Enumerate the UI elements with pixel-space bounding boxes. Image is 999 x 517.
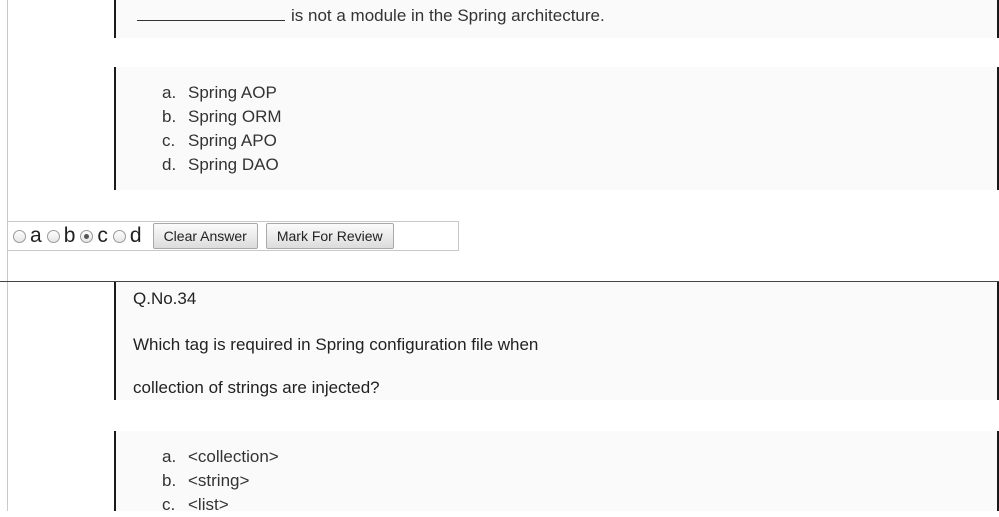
option-letter: c. bbox=[162, 495, 176, 514]
question-options-box: a. Spring AOP b. Spring ORM c. Spring APO d… bbox=[114, 67, 999, 190]
clear-answer-button[interactable]: Clear Answer bbox=[152, 223, 258, 249]
option-d: d. Spring DAO bbox=[162, 153, 282, 177]
option-text: <string> bbox=[188, 471, 250, 490]
option-letter: a. bbox=[162, 83, 177, 102]
question-number: Q.No.34 bbox=[133, 289, 197, 308]
radio-button-a[interactable] bbox=[13, 229, 26, 243]
answer-radio-c[interactable]: c bbox=[80, 224, 108, 248]
answer-radio-b[interactable]: b bbox=[46, 224, 76, 248]
option-letter: b. bbox=[162, 471, 177, 490]
option-letter: c. bbox=[162, 131, 176, 150]
radio-label-c: c bbox=[97, 224, 108, 247]
question-statement: is not a module in the Spring architectu… bbox=[137, 6, 605, 26]
question-statement-box: is not a module in the Spring architectu… bbox=[114, 0, 999, 38]
option-b: b. <string> bbox=[162, 469, 279, 493]
question-text-line-1: Which tag is required in Spring configur… bbox=[133, 335, 539, 354]
radio-button-d[interactable] bbox=[112, 229, 126, 243]
option-letter: a. bbox=[162, 447, 177, 466]
box-left-border bbox=[114, 0, 116, 38]
options-list: a. Spring AOP b. Spring ORM c. Spring APO d… bbox=[162, 81, 282, 177]
radio-label-b: b bbox=[63, 224, 76, 247]
option-a: a. <collection> bbox=[162, 445, 279, 469]
box-left-border bbox=[114, 431, 116, 511]
box-left-border bbox=[114, 282, 116, 400]
option-c: c. <list> bbox=[162, 493, 279, 517]
box-left-border bbox=[114, 67, 116, 190]
option-text: <list> bbox=[188, 495, 229, 514]
answer-radio-a[interactable]: a bbox=[13, 224, 42, 248]
option-b: b. Spring ORM bbox=[162, 105, 282, 129]
mark-for-review-button[interactable]: Mark For Review bbox=[265, 223, 394, 249]
question-text-line-2: collection of strings are injected? bbox=[133, 378, 380, 397]
fill-blank bbox=[137, 6, 285, 21]
option-text: Spring ORM bbox=[188, 107, 282, 126]
question-box: Q.No.34 Which tag is required in Spring … bbox=[114, 282, 999, 400]
option-letter: b. bbox=[162, 107, 177, 126]
option-text: Spring APO bbox=[188, 131, 277, 150]
option-c: c. Spring APO bbox=[162, 129, 282, 153]
answer-radio-d[interactable]: d bbox=[112, 224, 142, 248]
page-left-border bbox=[7, 0, 8, 511]
option-text: Spring AOP bbox=[188, 83, 277, 102]
option-letter: d. bbox=[162, 155, 177, 174]
answer-bar: a b c d Clear Answer Mark For Review bbox=[7, 221, 459, 251]
radio-button-c[interactable] bbox=[80, 229, 94, 243]
radio-button-b[interactable] bbox=[46, 229, 60, 243]
question-statement-text: is not a module in the Spring architectu… bbox=[291, 6, 605, 25]
option-text: Spring DAO bbox=[188, 155, 279, 174]
option-a: a. Spring AOP bbox=[162, 81, 282, 105]
radio-label-a: a bbox=[30, 224, 42, 247]
radio-label-d: d bbox=[129, 224, 142, 247]
option-text: <collection> bbox=[188, 447, 279, 466]
options-list: a. <collection> b. <string> c. <list> bbox=[162, 445, 279, 517]
question-options-box: a. <collection> b. <string> c. <list> bbox=[114, 431, 999, 514]
